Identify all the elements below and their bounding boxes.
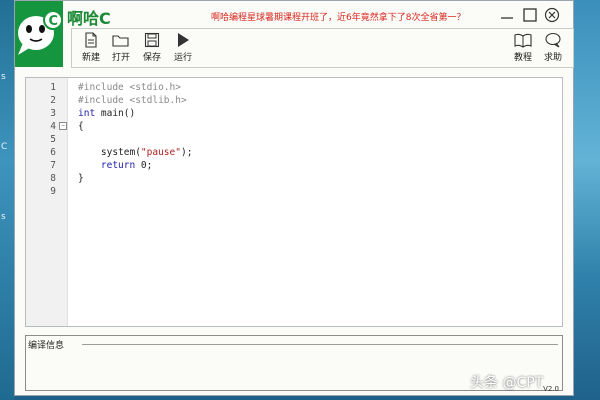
maximize-icon xyxy=(523,8,537,22)
tutorial-button[interactable]: 教程 xyxy=(508,31,538,67)
new-file-icon xyxy=(85,32,97,48)
run-label: 运行 xyxy=(173,53,192,63)
desktop-background-right xyxy=(573,0,600,400)
code-line: 2 #include <stdlib.h> xyxy=(26,94,562,107)
watermark: 头条 @CPT xyxy=(470,375,544,391)
code-text: return 0; xyxy=(78,160,153,171)
save-label: 保存 xyxy=(142,53,161,63)
code-line: 9 xyxy=(26,185,562,198)
desktop-icon-label: s xyxy=(1,72,6,82)
help-button[interactable]: 求助 xyxy=(538,31,568,67)
desktop-background-left: s C s xyxy=(0,0,14,400)
code-line: 1 #include <stdio.h> xyxy=(26,81,562,94)
code-text: } xyxy=(78,173,84,184)
line-number: 2 xyxy=(50,95,56,106)
run-button[interactable]: 运行 xyxy=(168,31,198,67)
line-number: 4 xyxy=(50,121,56,132)
app-title: 啊哈C xyxy=(67,9,111,28)
app-window: C 啊哈C 啊哈编程星球暑期课程开班了，近6年竟然拿下了8次全省第一？ 新建 打… xyxy=(14,0,574,396)
minimize-button[interactable] xyxy=(499,7,515,23)
play-icon xyxy=(178,33,189,47)
code-line: 7 return 0; xyxy=(26,159,562,172)
code-line: 6 system("pause"); xyxy=(26,146,562,159)
open-file-label: 打开 xyxy=(111,53,130,63)
line-number: 6 xyxy=(50,147,56,158)
code-line: 5 xyxy=(26,133,562,146)
help-label: 求助 xyxy=(543,53,562,63)
book-icon xyxy=(514,33,532,48)
app-logo: C xyxy=(15,1,63,67)
code-text: system("pause"); xyxy=(78,147,193,158)
code-line: 8 } xyxy=(26,172,562,185)
minimize-icon xyxy=(501,17,513,19)
code-editor[interactable]: 1 #include <stdio.h> 2 #include <stdlib.… xyxy=(25,77,563,327)
code-text: #include <stdlib.h> xyxy=(78,95,187,106)
speech-bubble-logo-icon: C xyxy=(18,10,63,55)
code-text: { xyxy=(78,121,84,132)
new-file-button[interactable]: 新建 xyxy=(76,31,106,67)
compile-info-label: 编译信息 xyxy=(28,341,65,351)
tutorial-label: 教程 xyxy=(513,53,532,63)
fold-toggle-icon[interactable]: − xyxy=(59,122,67,130)
desktop-icon-label: C xyxy=(1,142,8,152)
line-number: 3 xyxy=(50,108,56,119)
folder-open-icon xyxy=(112,35,129,47)
promo-banner-link[interactable]: 啊哈编程星球暑期课程开班了，近6年竟然拿下了8次全省第一？ xyxy=(211,10,465,23)
line-number: 7 xyxy=(50,160,56,171)
code-line: 4 − { xyxy=(26,120,562,133)
speech-bubble-icon xyxy=(545,32,561,48)
toolbar: 新建 打开 保存 运行 教程 求助 xyxy=(71,28,574,68)
code-text: int main() xyxy=(78,108,136,119)
line-number: 8 xyxy=(50,173,56,184)
desktop-icon-label: s xyxy=(1,212,6,222)
version-label: V2.0 xyxy=(543,385,559,393)
maximize-button[interactable] xyxy=(522,7,538,23)
divider xyxy=(82,344,558,345)
code-text: #include <stdio.h> xyxy=(78,82,181,93)
save-button[interactable]: 保存 xyxy=(137,31,167,67)
line-number: 9 xyxy=(50,186,56,197)
line-number: 5 xyxy=(50,134,56,145)
save-disk-icon xyxy=(144,32,160,48)
new-file-label: 新建 xyxy=(81,53,100,63)
svg-text:C: C xyxy=(49,14,59,29)
line-number: 1 xyxy=(50,82,56,93)
close-button[interactable] xyxy=(544,7,560,23)
open-file-button[interactable]: 打开 xyxy=(106,31,136,67)
code-line: 3 int main() xyxy=(26,107,562,120)
close-icon xyxy=(544,7,560,23)
